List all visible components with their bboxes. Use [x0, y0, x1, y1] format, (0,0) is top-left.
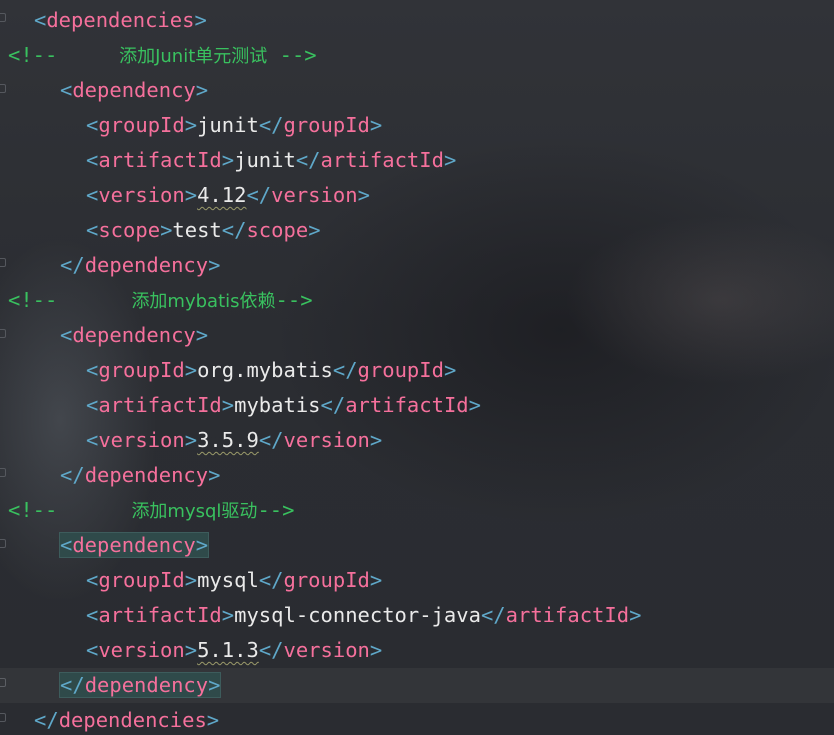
code-editor[interactable]: <dependencies> <!-- 添加Junit单元测试 --> <dep…	[0, 0, 834, 735]
code-line-comment[interactable]: <!-- 添加mysql驱动-->	[0, 493, 834, 528]
comment-open: <!--	[8, 498, 58, 522]
code-line-scope[interactable]: <scope>test</scope>	[0, 213, 834, 248]
comment-close: -->	[257, 498, 295, 522]
tag-name: version	[98, 183, 185, 207]
tag-name: version	[98, 428, 185, 452]
code-line-dependency-open[interactable]: <dependency>	[0, 73, 834, 108]
tag-name: scope	[246, 218, 309, 242]
tag-name: artifactId	[98, 603, 222, 627]
code-line-comment[interactable]: <!-- 添加Junit单元测试 -->	[0, 38, 834, 73]
code-line-groupid[interactable]: <groupId>org.mybatis</groupId>	[0, 353, 834, 388]
tag-value: junit	[197, 113, 259, 137]
tag-name: groupId	[98, 568, 185, 592]
code-line-version[interactable]: <version>4.12</version>	[0, 178, 834, 213]
tag-name: artifactId	[98, 393, 222, 417]
tag-name: dependency	[84, 673, 209, 697]
tag-name: version	[283, 638, 370, 662]
code-line-groupid[interactable]: <groupId>mysql</groupId>	[0, 563, 834, 598]
tag-name: groupId	[98, 358, 185, 382]
code-line-version[interactable]: <version>3.5.9</version>	[0, 423, 834, 458]
tag-name: version	[283, 428, 370, 452]
comment-text: 添加mybatis依赖	[131, 291, 276, 312]
tag-name: artifactId	[505, 603, 630, 627]
comment-close: -->	[275, 288, 313, 312]
tag-name: groupId	[283, 568, 370, 592]
code-line-artifactid[interactable]: <artifactId>mysql-connector-java</artifa…	[0, 598, 834, 633]
comment-close: -->	[279, 43, 317, 67]
code-line-dependency-close[interactable]: </dependency>	[0, 458, 834, 493]
tag-name: dependency	[84, 253, 209, 277]
comment-text: 添加Junit单元测试	[119, 46, 268, 67]
code-line-comment[interactable]: <!-- 添加mybatis依赖-->	[0, 283, 834, 318]
tag-value: 4.12	[197, 183, 247, 207]
tag-value: mysql-connector-java	[234, 603, 481, 627]
tag-name: groupId	[283, 113, 370, 137]
tag-name: artifactId	[320, 148, 444, 172]
tag-value: junit	[234, 148, 296, 172]
tag-name: dependencies	[46, 8, 195, 32]
tag-value: mysql	[197, 568, 259, 592]
tag-name: dependency	[72, 533, 196, 557]
code-line-version[interactable]: <version>5.1.3</version>	[0, 633, 834, 668]
tag-name: artifactId	[98, 148, 222, 172]
matching-tag-highlight: </dependency>	[58, 672, 222, 698]
code-line-groupid[interactable]: <groupId>junit</groupId>	[0, 108, 834, 143]
code-line-dependency-open[interactable]: <dependency>	[0, 318, 834, 353]
tag-name: dependencies	[58, 708, 207, 732]
comment-open: <!--	[8, 43, 58, 67]
comment-open: <!--	[8, 288, 58, 312]
tag-name: dependency	[84, 463, 209, 487]
code-line-artifactid[interactable]: <artifactId>mybatis</artifactId>	[0, 388, 834, 423]
tag-name: artifactId	[345, 393, 469, 417]
tag-name: scope	[98, 218, 161, 242]
code-line-dependency-close[interactable]: </dependency>	[0, 248, 834, 283]
tag-value: 5.1.3	[197, 638, 259, 662]
tag-value: org.mybatis	[197, 358, 333, 382]
code-line-dependency-close[interactable]: </dependency>	[0, 668, 834, 703]
matching-tag-highlight: <dependency>	[58, 532, 210, 558]
tag-name: groupId	[357, 358, 444, 382]
code-line-dependency-open[interactable]: <dependency>	[0, 528, 834, 563]
code-line-dependencies-open[interactable]: <dependencies>	[0, 3, 834, 38]
code-line-dependencies-close[interactable]: </dependencies>	[0, 703, 834, 735]
tag-name: groupId	[98, 113, 185, 137]
tag-name: version	[98, 638, 185, 662]
tag-value: test	[172, 218, 222, 242]
tag-value: mybatis	[234, 393, 321, 417]
tag-name: version	[271, 183, 358, 207]
code-line-artifactid[interactable]: <artifactId>junit</artifactId>	[0, 143, 834, 178]
tag-name: dependency	[72, 323, 196, 347]
tag-value: 3.5.9	[197, 428, 259, 452]
comment-text: 添加mysql驱动	[131, 501, 258, 522]
tag-name: dependency	[72, 78, 196, 102]
